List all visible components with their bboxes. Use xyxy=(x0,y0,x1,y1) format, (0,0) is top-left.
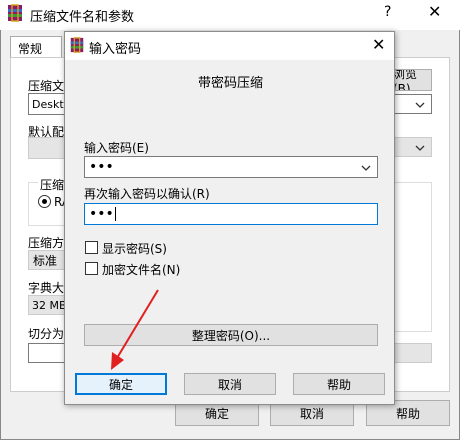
red-arrow-icon xyxy=(111,289,159,370)
